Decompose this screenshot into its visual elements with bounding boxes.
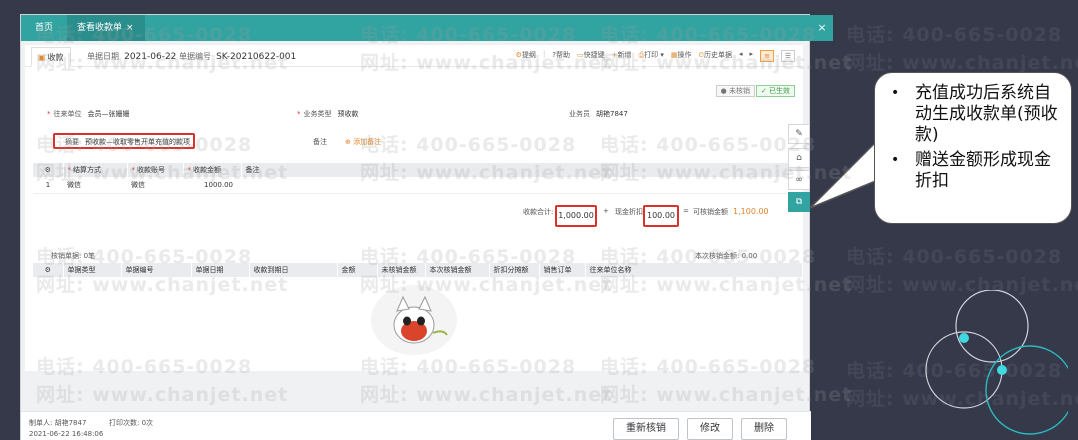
doc-number: 单据编号 SK-20210622-001 [179, 52, 297, 62]
clerk-field[interactable]: 业务员 胡艳7847 [569, 109, 628, 119]
keyboard-icon: ▭ [577, 51, 584, 59]
payment-table: ⚙ * 结算方式 * 收款账号 * 收款金额 备注 1 微信 微信 1000.00 [33, 163, 803, 194]
toolbar: ⚙提纲 | ?帮助 ▭快捷键 +新增 ⎙打印 ▾ ▦操作 ⏲历史单据 ◂ ▸ ≡… [516, 50, 795, 62]
table-row[interactable]: 1 微信 微信 1000.00 [33, 177, 803, 194]
toolbar-operate[interactable]: ▦操作 [671, 50, 692, 62]
equals-sign: = [683, 207, 689, 215]
maker-info: 制单人: 胡艳7847 [29, 419, 87, 427]
reverify-button[interactable]: 重新核销 [613, 418, 679, 440]
toolbar-history[interactable]: ⏲历史单据 [699, 50, 732, 62]
settings-icon[interactable]: ⚙ [33, 263, 64, 277]
toolbar-help[interactable]: ?帮助 [552, 50, 570, 62]
watermark-site: 网址: www.chanjet.net [846, 52, 1078, 74]
footer-bar: 制单人: 胡艳7847 打印次数: 0次 2021-06-22 16:48:06… [21, 411, 811, 440]
toolbar-outline[interactable]: ⚙提纲 [516, 50, 536, 62]
list-icon[interactable]: ☰ [781, 50, 795, 62]
decorative-rings [925, 290, 1068, 435]
available-amount: 1,100.00 [733, 207, 769, 216]
close-icon[interactable]: × [126, 23, 134, 33]
link-icon[interactable]: ∞ [788, 170, 810, 190]
table-header: ⚙ 单据类型 单据编号 单据日期 收款到期日 金额 未核销金额 本次核销金额 折… [33, 263, 803, 277]
callout-item: 赠送金额形成现金折扣 [889, 150, 1061, 192]
notes-icon[interactable]: ✎ [788, 124, 810, 144]
receipt-form: ▣ 收款 单据日期 2021-06-22 单据编号 SK-20210622-001… [25, 45, 803, 371]
discount-amount[interactable]: 100.00 [643, 205, 679, 227]
summary-field[interactable]: 摘要 预收款—收取零售开单充值的款项 [65, 137, 190, 147]
toolbar-print[interactable]: ⎙打印 ▾ [639, 50, 664, 62]
callout-bubble: 充值成功后系统自动生成收款单(预收款) 赠送金额形成现金折扣 [874, 72, 1072, 224]
status-badge-effective: ✓ 已生效 [755, 85, 795, 97]
app-window: 首页 查看收款单 × × ▣ 收款 单据日期 2021-06-22 单据编号 SK-… [20, 14, 833, 440]
table-header: ⚙ * 结算方式 * 收款账号 * 收款金额 备注 [33, 163, 803, 177]
make-time: 2021-06-22 16:48:06 [29, 430, 104, 438]
remark-field: 备注 [313, 138, 327, 146]
status-badge-unverified: ● 未核销 [715, 85, 755, 97]
settings-icon[interactable]: ⚙ [33, 163, 64, 177]
plus-sign: + [603, 207, 609, 215]
receipt-icon: ▣ [38, 53, 46, 62]
tab-label: 查看收款单 [77, 23, 123, 33]
total-amount: 1,000.00 [555, 205, 597, 227]
discount-label: 现金折扣: [615, 208, 646, 216]
edit-button[interactable]: 修改 [687, 418, 733, 440]
doc-date: 单据日期 2021-06-22 [87, 52, 177, 62]
inbox-icon[interactable]: ⌂ [788, 148, 810, 168]
prev-icon[interactable]: ◂ [739, 50, 743, 62]
callout-list: 充值成功后系统自动生成收款单(预收款) 赠送金额形成现金折扣 [875, 73, 1071, 192]
biz-type-field[interactable]: * 业务类型 预收款 [297, 109, 359, 119]
tab-bar: 首页 查看收款单 × × [21, 15, 833, 41]
available-label: 可核销金额 [693, 208, 728, 216]
verify-table: ⚙ 单据类型 单据编号 单据日期 收款到期日 金额 未核销金额 本次核销金额 折… [33, 263, 803, 277]
tab-view-receipt[interactable]: 查看收款单 × [67, 15, 145, 41]
layout-icon[interactable]: ≡ [760, 50, 774, 62]
add-remark-link[interactable]: ⊕ 添加备注 [345, 137, 381, 147]
window-close-icon[interactable]: × [811, 15, 833, 41]
toolbar-shortcut[interactable]: ▭快捷键 [577, 50, 605, 62]
verify-amount: 本次核销金额: 0.00 [695, 252, 758, 260]
copy-icon[interactable]: ⧉ [788, 192, 810, 212]
partner-field[interactable]: * 往来单位 会员—张姗姗 [47, 109, 130, 119]
toolbar-add[interactable]: +新增 [612, 50, 632, 62]
delete-button[interactable]: 删除 [741, 418, 787, 440]
total-label: 收款合计: [523, 208, 554, 216]
print-count: 打印次数: 0次 [109, 419, 154, 427]
verify-count: 核销单据: 0笔 [51, 252, 96, 260]
form-header: ▣ 收款 单据日期 2021-06-22 单据编号 SK-20210622-001… [25, 45, 803, 67]
watermark-phone: 电话: 400-665-0028 [846, 24, 1063, 46]
next-icon[interactable]: ▸ [749, 50, 753, 62]
watermark-phone: 电话: 400-665-0028 [846, 246, 1063, 268]
mascot-image [371, 285, 457, 355]
callout-item: 充值成功后系统自动生成收款单(预收款) [889, 83, 1061, 146]
tab-home[interactable]: 首页 [21, 15, 67, 41]
grid-icon: ▦ [670, 51, 678, 59]
tab-receipt[interactable]: ▣ 收款 [31, 47, 71, 67]
